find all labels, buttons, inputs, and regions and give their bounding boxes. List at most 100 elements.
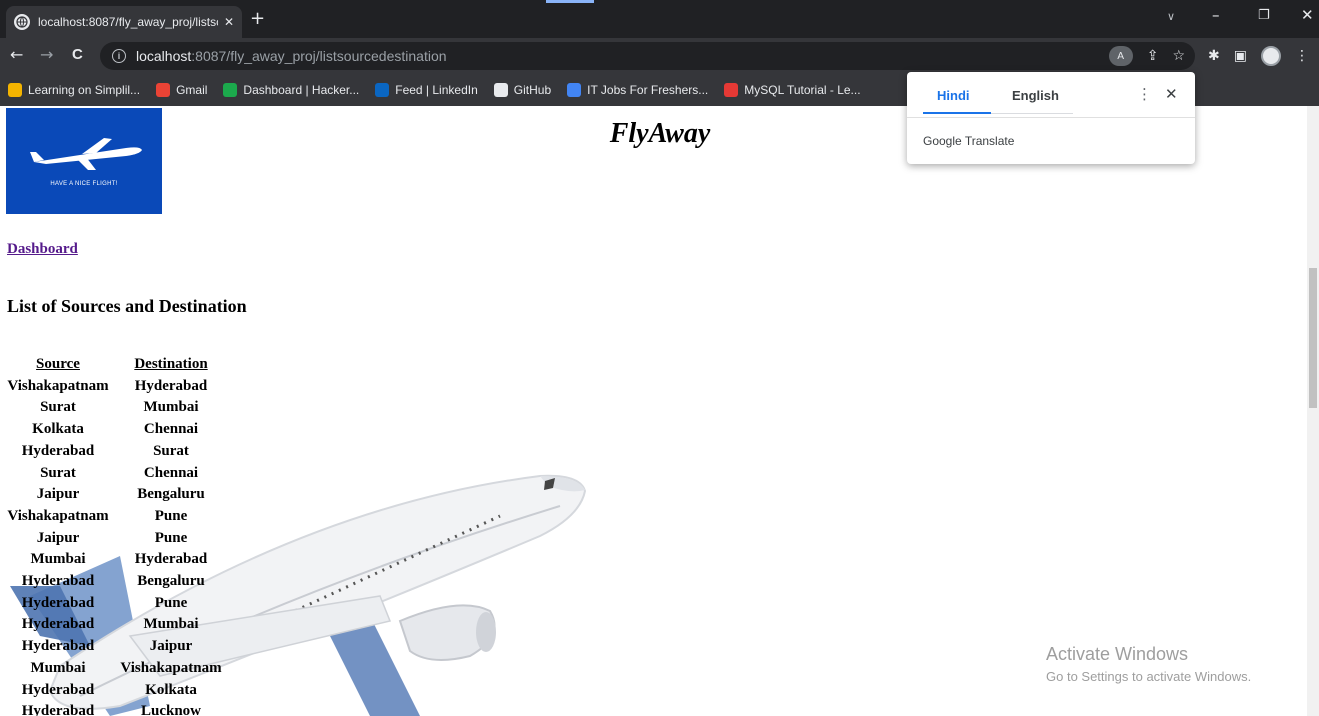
bookmark-label: MySQL Tutorial - Le... bbox=[744, 83, 861, 97]
bookmark-simplilearn[interactable]: Learning on Simplil... bbox=[8, 83, 140, 97]
menu-icon[interactable]: ⋮ bbox=[1295, 48, 1309, 64]
tab-title: localhost:8087/fly_away_proj/listsc bbox=[38, 15, 218, 29]
simplilearn-icon bbox=[8, 83, 22, 97]
table-row: Hyderabad Kolkata bbox=[4, 680, 230, 702]
table-header-row: Source Destination bbox=[4, 354, 230, 376]
destination-cell: Bengaluru bbox=[137, 486, 205, 503]
table-row: Kolkata Chennai bbox=[4, 419, 230, 441]
source-cell: Hyderabad bbox=[21, 703, 95, 716]
bookmark-linkedin[interactable]: Feed | LinkedIn bbox=[375, 83, 478, 97]
popup-divider bbox=[907, 117, 1195, 118]
destination-cell: Lucknow bbox=[140, 703, 202, 716]
popup-footer: Google Translate bbox=[923, 134, 1015, 148]
bookmark-mysql-tutorial[interactable]: MySQL Tutorial - Le... bbox=[724, 83, 861, 97]
minimize-button[interactable]: – bbox=[1212, 6, 1220, 24]
destination-cell: Pune bbox=[154, 507, 188, 524]
bookmark-label: Gmail bbox=[176, 83, 208, 97]
tab-hindi[interactable]: Hindi bbox=[937, 88, 970, 103]
source-cell: Hyderabad bbox=[21, 681, 95, 698]
table-row: Hyderabad Mumbai bbox=[4, 614, 230, 636]
translate-popup: Hindi English ⋮ ✕ Google Translate bbox=[907, 72, 1195, 164]
table-row: Hyderabad Surat bbox=[4, 441, 230, 463]
source-cell: Hyderabad bbox=[21, 594, 95, 611]
destination-cell: Vishakapatnam bbox=[120, 659, 222, 676]
source-cell: Jaipur bbox=[36, 486, 80, 503]
url-path: :8087/fly_away_proj/listsourcedestinatio… bbox=[191, 48, 447, 64]
address-bar[interactable]: i localhost:8087/fly_away_proj/listsourc… bbox=[100, 42, 1195, 70]
table-row: Mumbai Hyderabad bbox=[4, 549, 230, 571]
destination-cell: Jaipur bbox=[149, 638, 193, 655]
window-close-button[interactable]: ✕ bbox=[1301, 6, 1314, 24]
destination-cell: Hyderabad bbox=[134, 551, 208, 568]
table-row: Hyderabad Lucknow bbox=[4, 701, 230, 716]
flyaway-logo: HAVE A NICE FLIGHT! bbox=[6, 108, 162, 214]
it-jobs-icon bbox=[567, 83, 582, 97]
destination-cell: Kolkata bbox=[145, 681, 197, 698]
destination-cell: Hyderabad bbox=[134, 377, 208, 394]
restore-button[interactable]: ❐ bbox=[1258, 8, 1270, 23]
page-viewport: HAVE A NICE FLIGHT! FlyAway Dashboard Li… bbox=[0, 106, 1319, 716]
source-cell: Surat bbox=[40, 464, 76, 481]
dashboard-link[interactable]: Dashboard bbox=[7, 241, 78, 258]
site-info-icon[interactable]: i bbox=[112, 49, 126, 63]
destination-cell: Surat bbox=[153, 442, 189, 459]
tab-search-button[interactable]: ∨ bbox=[1167, 10, 1175, 23]
source-cell: Hyderabad bbox=[21, 573, 95, 590]
destination-cell: Chennai bbox=[143, 464, 199, 481]
page-scrollbar[interactable] bbox=[1307, 106, 1319, 716]
table-row: Mumbai Vishakapatnam bbox=[4, 658, 230, 680]
forward-button[interactable]: → bbox=[40, 46, 53, 64]
source-cell: Hyderabad bbox=[21, 638, 95, 655]
table-row: Surat Mumbai bbox=[4, 397, 230, 419]
tab-english[interactable]: English bbox=[1012, 88, 1059, 103]
omnibox-actions: A ⇪ ☆ bbox=[1108, 46, 1185, 66]
table-row: Vishakapatnam Pune bbox=[4, 506, 230, 528]
destination-cell: Bengaluru bbox=[137, 573, 205, 590]
hackerrank-icon bbox=[223, 83, 238, 97]
reload-button[interactable]: C bbox=[72, 46, 83, 64]
destination-column-header: Destination bbox=[134, 356, 208, 372]
bookmark-label: Feed | LinkedIn bbox=[395, 83, 478, 97]
source-cell: Vishakapatnam bbox=[7, 507, 109, 524]
bookmark-label: Dashboard | Hacker... bbox=[243, 83, 360, 97]
close-icon[interactable]: ✕ bbox=[1165, 85, 1178, 103]
source-cell: Surat bbox=[40, 399, 76, 416]
translate-icon[interactable]: A bbox=[1108, 46, 1133, 66]
globe-icon bbox=[14, 14, 30, 30]
destination-cell: Mumbai bbox=[143, 399, 199, 416]
destination-cell: Pune bbox=[154, 529, 188, 546]
browser-toolbar: ← → C i localhost:8087/fly_away_proj/lis… bbox=[0, 38, 1319, 74]
bookmark-hackerrank[interactable]: Dashboard | Hacker... bbox=[223, 83, 359, 97]
new-tab-button[interactable]: + bbox=[250, 10, 265, 28]
browser-tab[interactable]: localhost:8087/fly_away_proj/listsc ✕ bbox=[6, 6, 242, 38]
table-row: Jaipur Bengaluru bbox=[4, 484, 230, 506]
tab-strip-indicator bbox=[546, 0, 594, 3]
extensions-icon[interactable]: ✱ bbox=[1208, 48, 1220, 64]
bookmark-it-jobs[interactable]: IT Jobs For Freshers... bbox=[567, 83, 708, 97]
close-icon[interactable]: ✕ bbox=[224, 15, 234, 29]
tab-strip: localhost:8087/fly_away_proj/listsc ✕ + … bbox=[0, 0, 1319, 38]
source-cell: Hyderabad bbox=[21, 442, 95, 459]
star-icon[interactable]: ☆ bbox=[1172, 48, 1185, 64]
url-host: localhost bbox=[136, 48, 192, 64]
source-cell: Mumbai bbox=[30, 551, 86, 568]
more-options-icon[interactable]: ⋮ bbox=[1137, 85, 1152, 103]
table-row: Vishakapatnam Hyderabad bbox=[4, 376, 230, 398]
back-button[interactable]: ← bbox=[10, 46, 23, 64]
destination-cell: Mumbai bbox=[143, 616, 199, 633]
logo-tagline: HAVE A NICE FLIGHT! bbox=[50, 181, 118, 187]
page-title: FlyAway bbox=[609, 118, 711, 149]
source-cell: Kolkata bbox=[32, 421, 84, 438]
side-panel-icon[interactable]: ▣ bbox=[1234, 48, 1247, 64]
bookmark-github[interactable]: GitHub bbox=[493, 83, 551, 97]
source-cell: Hyderabad bbox=[21, 616, 95, 633]
bookmark-gmail[interactable]: Gmail bbox=[156, 83, 207, 97]
source-column-header: Source bbox=[36, 356, 80, 372]
profile-avatar[interactable] bbox=[1260, 46, 1281, 66]
share-icon[interactable]: ⇪ bbox=[1147, 48, 1159, 64]
active-tab-indicator bbox=[923, 112, 991, 114]
watermark-subtitle: Go to Settings to activate Windows. bbox=[1046, 669, 1252, 684]
airplane-logo-icon bbox=[30, 138, 142, 170]
scrollbar-thumb[interactable] bbox=[1309, 268, 1317, 408]
table-row: Hyderabad Pune bbox=[4, 593, 230, 615]
